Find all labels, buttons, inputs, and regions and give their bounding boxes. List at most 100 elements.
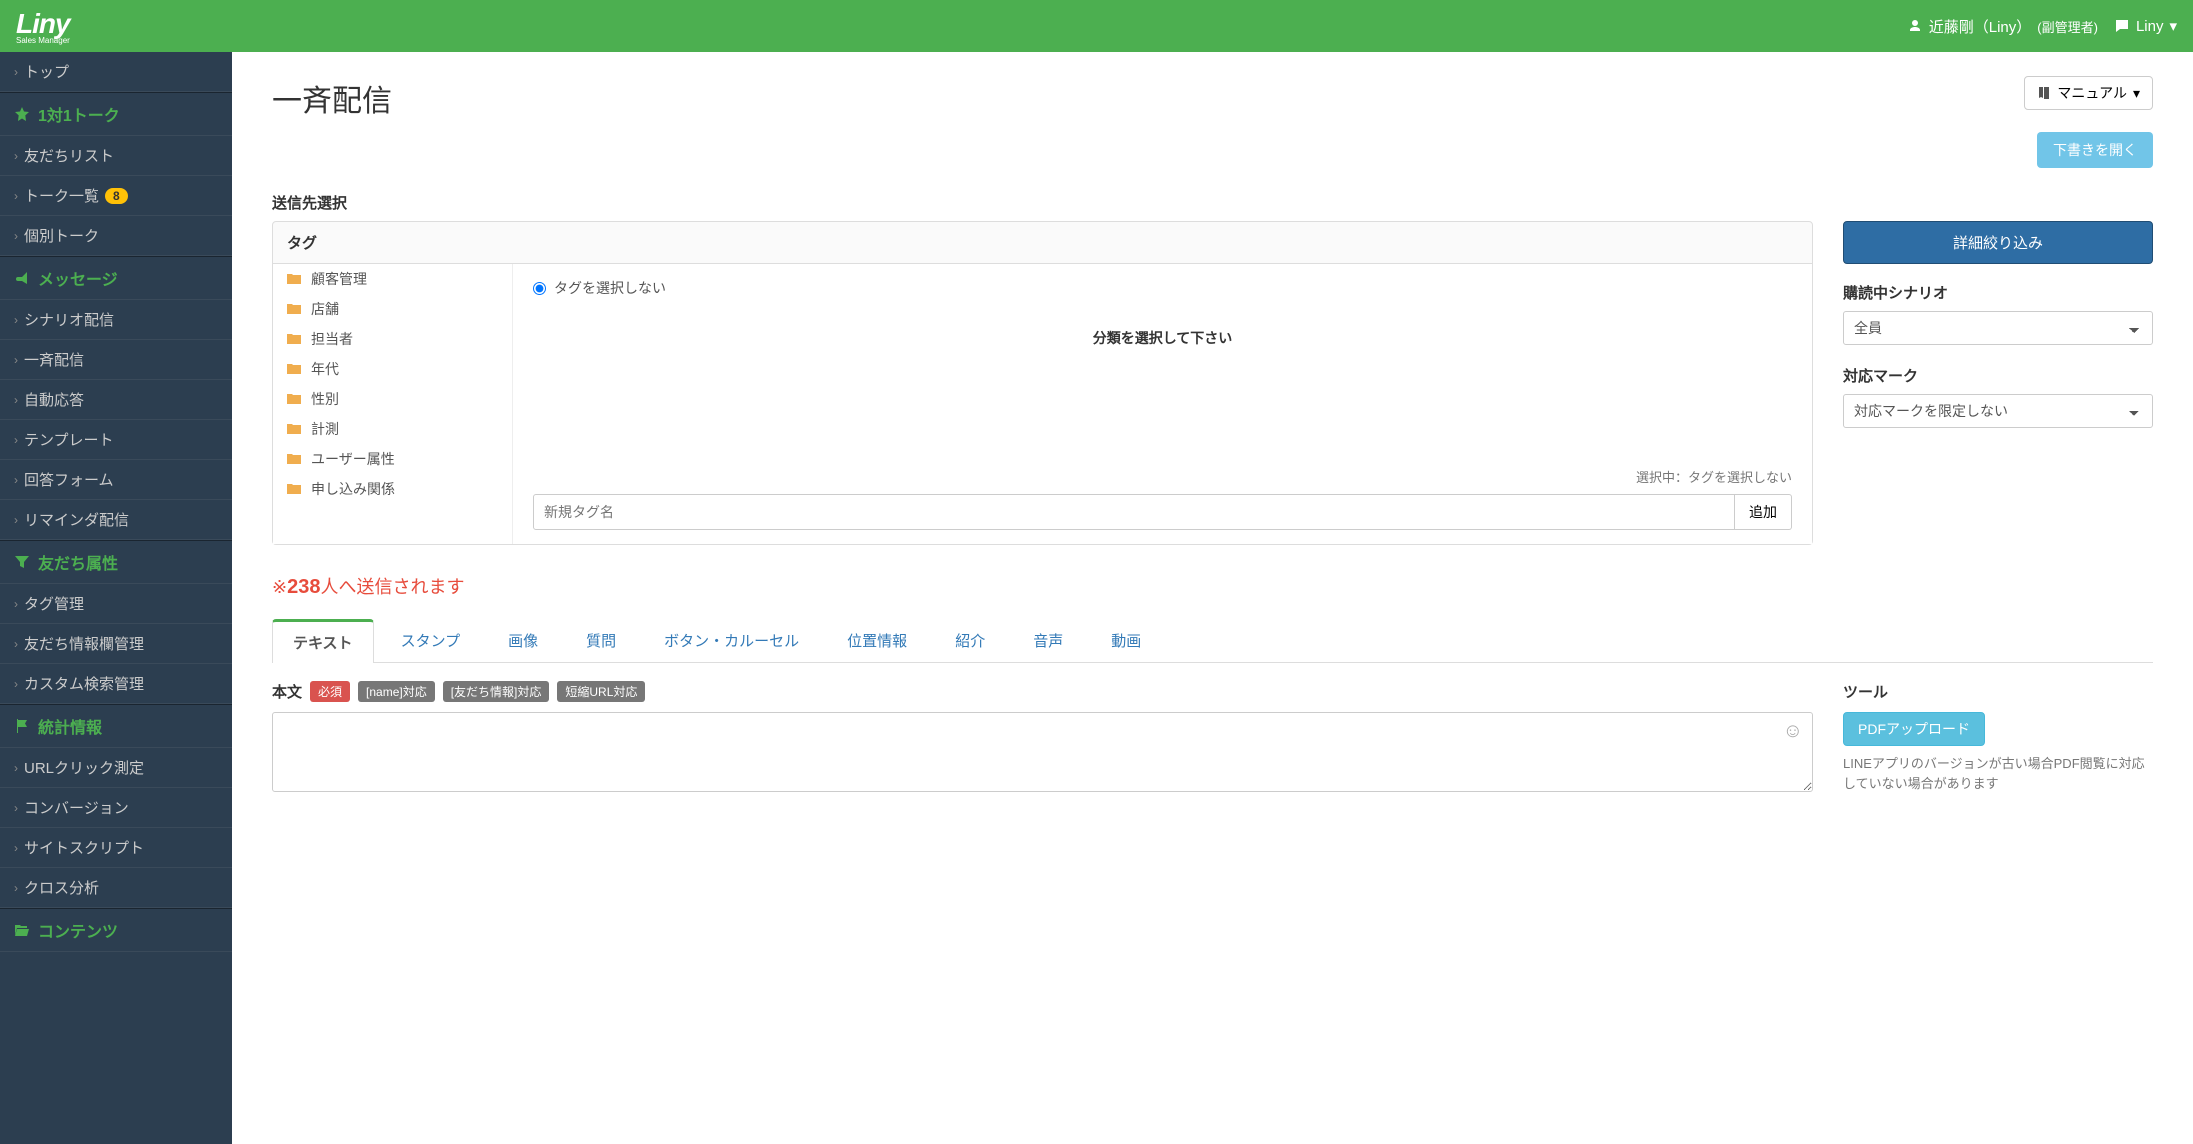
tag-folder[interactable]: ユーザー属性 xyxy=(273,444,512,474)
mark-select[interactable]: 対応マークを限定しない xyxy=(1843,394,2153,428)
user-role: (副管理者) xyxy=(2037,17,2098,36)
name-chip: [name]対応 xyxy=(358,681,435,702)
sidebar-label: URLクリック測定 xyxy=(24,757,144,778)
chevron-right-icon: › xyxy=(14,761,18,775)
app-header: Liny Sales Manager 近藤剛（Liny） (副管理者) Liny… xyxy=(0,0,2193,52)
sidebar-item[interactable]: › URLクリック測定 xyxy=(0,748,232,788)
sidebar-label: カスタム検索管理 xyxy=(24,673,144,694)
body-textarea[interactable] xyxy=(272,712,1813,792)
chevron-down-icon: ▾ xyxy=(2133,85,2140,102)
sidebar-item[interactable]: ›カスタム検索管理 xyxy=(0,664,232,704)
sidebar-label: メッセージ xyxy=(38,266,118,290)
sidebar-category[interactable]: コンテンツ xyxy=(0,908,232,952)
sidebar: ›トップ1対1トーク›友だちリスト›トーク一覧8›個別トークメッセージ›シナリオ… xyxy=(0,52,232,1144)
sidebar-category[interactable]: メッセージ xyxy=(0,256,232,300)
header-user[interactable]: 近藤剛（Liny） (副管理者) xyxy=(1907,16,2098,37)
logo-subtext: Sales Manager xyxy=(16,36,70,45)
scenario-select[interactable]: 全員 xyxy=(1843,311,2153,345)
sidebar-category[interactable]: 統計情報 xyxy=(0,704,232,748)
folder-label: 申し込み関係 xyxy=(311,479,395,499)
sidebar-label: 友だち情報欄管理 xyxy=(24,633,144,654)
body-label: 本文 xyxy=(272,681,302,702)
logo[interactable]: Liny Sales Manager xyxy=(16,8,70,45)
emoji-icon[interactable]: ☺ xyxy=(1783,720,1803,743)
tag-folder[interactable]: 性別 xyxy=(273,384,512,414)
sidebar-item[interactable]: ›タグ管理 xyxy=(0,584,232,624)
tag-folder-list[interactable]: 顧客管理店舗担当者年代性別計測ユーザー属性申し込み関係 xyxy=(273,264,513,544)
sidebar-label: 友だちリスト xyxy=(24,145,114,166)
flag-icon xyxy=(14,719,30,733)
sidebar-label: 統計情報 xyxy=(38,714,102,738)
tag-folder[interactable]: 担当者 xyxy=(273,324,512,354)
folder-open-icon xyxy=(14,923,30,937)
tab-1[interactable]: スタンプ xyxy=(380,619,482,662)
sidebar-label: 個別トーク xyxy=(24,225,99,246)
tag-folder[interactable]: 店舗 xyxy=(273,294,512,324)
tab-2[interactable]: 画像 xyxy=(487,619,559,662)
chevron-right-icon: › xyxy=(14,65,18,79)
folder-label: 計測 xyxy=(311,419,339,439)
user-icon xyxy=(1907,18,1923,34)
tab-3[interactable]: 質問 xyxy=(565,619,637,662)
folder-label: 年代 xyxy=(311,359,339,379)
chevron-right-icon: › xyxy=(14,313,18,327)
chevron-down-icon: ▾ xyxy=(2169,17,2177,35)
folder-icon xyxy=(287,303,301,315)
page-title: 一斉配信 xyxy=(272,76,392,120)
sidebar-item[interactable]: ›テンプレート xyxy=(0,420,232,460)
sidebar-item[interactable]: ›自動応答 xyxy=(0,380,232,420)
sidebar-item[interactable]: ›コンバージョン xyxy=(0,788,232,828)
required-chip: 必須 xyxy=(310,681,350,702)
tab-7[interactable]: 音声 xyxy=(1012,619,1084,662)
tab-0[interactable]: テキスト xyxy=(272,619,374,663)
filter-icon xyxy=(14,555,30,569)
sidebar-item[interactable]: ›リマインダ配信 xyxy=(0,500,232,540)
tab-5[interactable]: 位置情報 xyxy=(826,619,928,662)
sidebar-item[interactable]: ›シナリオ配信 xyxy=(0,300,232,340)
tag-folder[interactable]: 年代 xyxy=(273,354,512,384)
pdf-upload-button[interactable]: PDFアップロード xyxy=(1843,712,1985,746)
tab-6[interactable]: 紹介 xyxy=(934,619,1006,662)
new-tag-input[interactable] xyxy=(533,494,1735,530)
sidebar-item[interactable]: › 友だち情報欄管理 xyxy=(0,624,232,664)
folder-label: 顧客管理 xyxy=(311,269,367,289)
sidebar-label: コンバージョン xyxy=(24,797,129,818)
add-tag-button[interactable]: 追加 xyxy=(1735,494,1792,530)
manual-button[interactable]: マニュアル ▾ xyxy=(2024,76,2153,110)
tag-folder[interactable]: 申し込み関係 xyxy=(273,474,512,504)
chevron-right-icon: › xyxy=(14,637,18,651)
sidebar-label: 一斉配信 xyxy=(24,349,84,370)
tab-8[interactable]: 動画 xyxy=(1090,619,1162,662)
sidebar-label: 回答フォーム xyxy=(24,469,114,490)
workspace-name: Liny xyxy=(2136,18,2164,35)
tag-folder[interactable]: 顧客管理 xyxy=(273,264,512,294)
sidebar-item[interactable]: ›回答フォーム xyxy=(0,460,232,500)
tools-label: ツール xyxy=(1843,681,2153,702)
star-icon xyxy=(14,107,30,121)
chevron-right-icon: › xyxy=(14,229,18,243)
folder-icon xyxy=(287,453,301,465)
open-draft-button[interactable]: 下書きを開く xyxy=(2037,132,2153,168)
chevron-right-icon: › xyxy=(14,353,18,367)
sidebar-item[interactable]: ›サイトスクリプト xyxy=(0,828,232,868)
sidebar-item[interactable]: ›トップ xyxy=(0,52,232,92)
sidebar-item[interactable]: ›トーク一覧8 xyxy=(0,176,232,216)
radio-label: タグを選択しない xyxy=(554,278,666,298)
sidebar-item[interactable]: ›友だちリスト xyxy=(0,136,232,176)
sidebar-item[interactable]: › 個別トーク xyxy=(0,216,232,256)
sidebar-item[interactable]: › 一斉配信 xyxy=(0,340,232,380)
tag-folder[interactable]: 計測 xyxy=(273,414,512,444)
chevron-right-icon: › xyxy=(14,881,18,895)
radio-input[interactable] xyxy=(533,282,546,295)
tag-panel-head: タグ xyxy=(273,222,1812,264)
detail-filter-button[interactable]: 詳細絞り込み xyxy=(1843,221,2153,264)
header-workspace[interactable]: Liny ▾ xyxy=(2114,17,2177,35)
sidebar-item[interactable]: ›クロス分析 xyxy=(0,868,232,908)
folder-icon xyxy=(287,483,301,495)
tab-4[interactable]: ボタン・カルーセル xyxy=(643,619,820,662)
mark-label: 対応マーク xyxy=(1843,365,2153,386)
tag-no-select-radio[interactable]: タグを選択しない xyxy=(533,278,1792,298)
sidebar-category[interactable]: 友だち属性 xyxy=(0,540,232,584)
sidebar-category[interactable]: 1対1トーク xyxy=(0,92,232,136)
chevron-right-icon: › xyxy=(14,393,18,407)
